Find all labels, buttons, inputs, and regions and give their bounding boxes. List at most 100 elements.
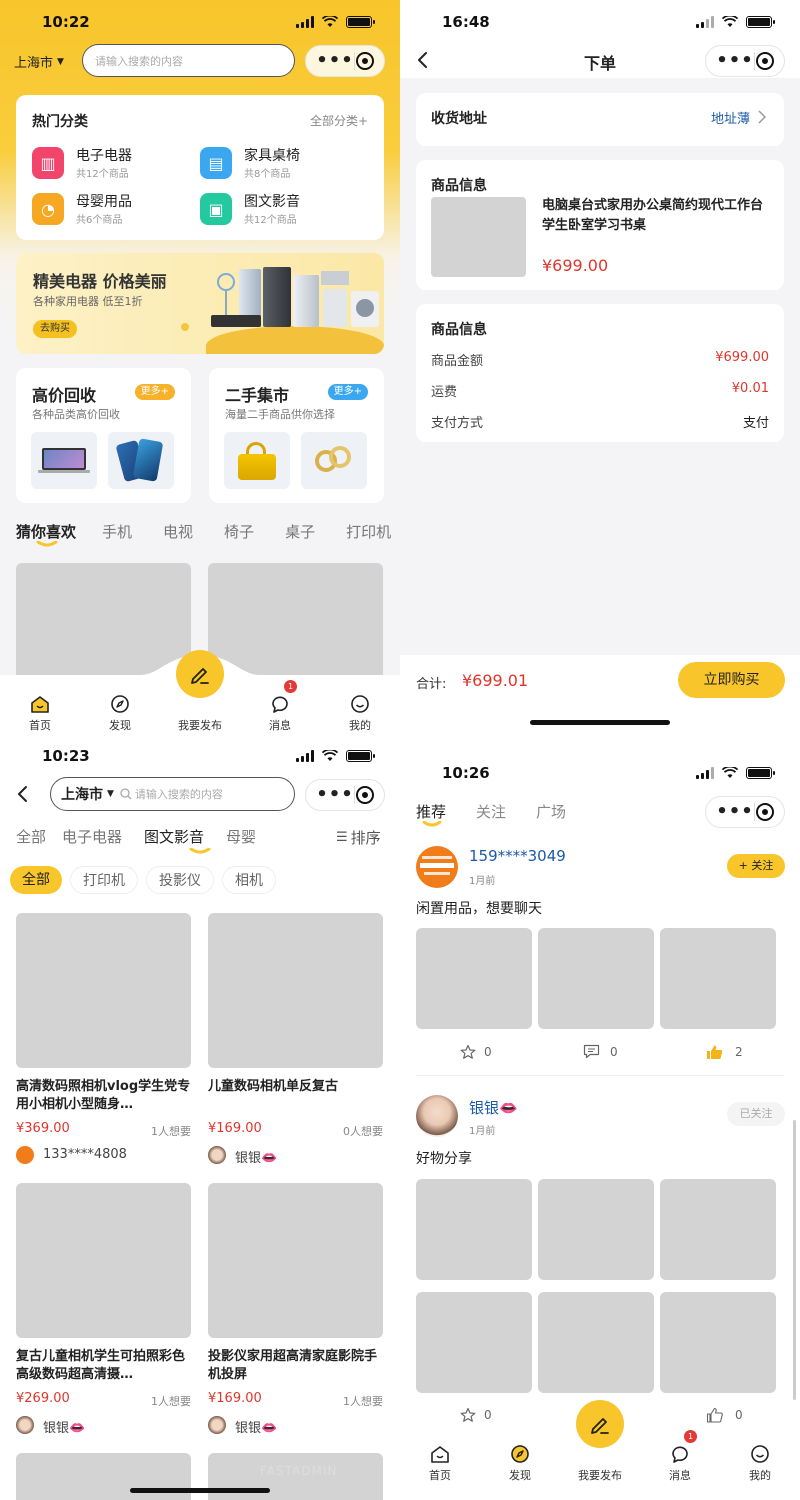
seller-name[interactable]: 银银👄 [235,1417,277,1436]
search-input[interactable]: 请输入搜索的内容 [82,44,295,77]
more-icon[interactable]: ••• [316,786,354,804]
product-title[interactable]: 儿童数码相机单反复古 [208,1078,383,1096]
search-input[interactable]: 请输入搜索的内容 [135,786,223,802]
avatar[interactable] [416,846,458,888]
smile-face-icon [751,1445,769,1463]
post-image[interactable] [538,1179,654,1280]
home-indicator [130,1488,270,1493]
star-action[interactable]: 0 [460,1044,492,1060]
address-book-link[interactable]: 地址薄 [711,108,750,127]
product-image[interactable] [16,1183,191,1338]
back-icon[interactable] [16,785,30,803]
search-placeholder: 请输入搜索的内容 [95,54,183,68]
category-tab[interactable]: 图文影音 [144,828,204,846]
tab-publish[interactable]: 我要发布 [160,675,240,750]
category-tab[interactable]: 电子电器 [62,828,122,846]
filter-chip[interactable]: 全部 [10,866,62,894]
status-time: 10:23 [42,750,90,765]
feed-tab[interactable]: 猜你喜欢 [16,521,76,542]
city-selector[interactable]: 上海市 ▼ [14,52,64,71]
tab-home[interactable]: 首页 [400,1425,480,1500]
avatar[interactable] [416,1095,458,1137]
scrollbar[interactable] [793,1120,796,1400]
product-title[interactable]: 复古儿童相机学生可拍照彩色高级数码超高清摄… [16,1348,191,1384]
tab-discover[interactable]: 发现 [480,1425,560,1500]
product-image[interactable] [208,913,383,1068]
follow-button[interactable]: + 关注 [727,854,785,878]
summary-row-label: 支付方式 [431,416,484,431]
category-item[interactable]: ▣ 图文影音 共12个商品 [200,191,350,226]
post-image[interactable] [416,928,532,1029]
seller-name[interactable]: 银银👄 [43,1417,85,1436]
feed-tab[interactable]: 桌子 [285,521,315,542]
like-action[interactable]: 2 [706,1044,743,1060]
feed-tab[interactable]: 椅子 [224,521,254,542]
filter-chip[interactable]: 投影仪 [146,866,214,894]
market-more-button[interactable]: 更多+ [327,384,368,400]
all-categories-link[interactable]: 全部分类+ [310,112,368,129]
post-image[interactable] [660,928,776,1029]
post-username[interactable]: 159****3049 [469,847,566,865]
product-image[interactable] [208,1183,383,1338]
buy-now-button[interactable]: 立即购买 [678,662,785,698]
discover-tab[interactable]: 推荐 [416,801,446,822]
feed-tab[interactable]: 手机 [102,521,132,542]
mini-program-capsule[interactable]: ••• [705,796,785,828]
close-target-icon[interactable] [355,52,374,70]
discover-tab[interactable]: 广场 [536,801,566,822]
tab-home[interactable]: 首页 [0,675,80,750]
sort-button[interactable]: ☰ 排序 [336,827,381,848]
tab-mine[interactable]: 我的 [720,1425,800,1500]
mini-program-capsule[interactable]: ••• [305,779,385,811]
post-username[interactable]: 银银👄 [469,1097,518,1118]
address-card[interactable]: 收货地址 地址薄 [416,93,784,146]
more-icon[interactable]: ••• [316,52,354,70]
category-tab[interactable]: 全部 [16,828,46,846]
category-item[interactable]: ◔ 母婴用品 共6个商品 [32,191,182,226]
category-tab[interactable]: 母婴 [226,828,256,846]
post-image[interactable] [416,1292,532,1393]
filter-chip[interactable]: 相机 [222,866,276,894]
recycle-card[interactable]: 高价回收 更多+ 各种品类高价回收 [16,368,191,503]
market-card[interactable]: 二手集市 更多+ 海量二手商品供你选择 [209,368,384,503]
feed-tab[interactable]: 打印机 [346,521,391,542]
seller-name[interactable]: 银银👄 [235,1147,277,1166]
filter-chip[interactable]: 打印机 [70,866,138,894]
category-item[interactable]: ▥ 电子电器 共12个商品 [32,145,182,180]
chevron-down-icon[interactable]: ▼ [107,789,114,799]
more-icon[interactable]: ••• [716,52,754,70]
tab-messages[interactable]: 1 消息 [240,675,320,750]
product-title[interactable]: 投影仪家用超高清家庭影院手机投屏 [208,1348,383,1384]
close-target-icon[interactable] [755,803,774,821]
post-image[interactable] [538,1292,654,1393]
feed-tab[interactable]: 电视 [163,521,193,542]
total-label: 合计: [416,677,447,692]
more-icon[interactable]: ••• [716,803,754,821]
mini-program-capsule[interactable]: ••• [705,45,785,77]
tab-publish[interactable]: 我要发布 [560,1425,640,1500]
comment-action[interactable]: 0 [583,1044,618,1059]
post-image[interactable] [416,1179,532,1280]
post-image[interactable] [660,1179,776,1280]
tab-messages[interactable]: 1 消息 [640,1425,720,1500]
promo-banner[interactable]: 精美电器 价格美丽 各种家用电器 低至1折 去购买 [16,253,384,354]
banner-buy-button[interactable]: 去购买 [33,320,77,338]
discover-tab[interactable]: 关注 [476,801,506,822]
product-title[interactable]: 高清数码照相机vlog学生党专用小相机小型随身… [16,1078,191,1114]
recycle-more-button[interactable]: 更多+ [134,384,175,400]
city-label[interactable]: 上海市 [61,784,103,804]
wifi-icon [722,16,738,27]
post-image[interactable] [538,928,654,1029]
category-item[interactable]: ▤ 家具桌椅 共8个商品 [200,145,350,180]
thumbs-up-icon [707,1045,723,1059]
post-image[interactable] [660,1292,776,1393]
post-time: 1月前 [469,876,496,887]
seller-name[interactable]: 133****4808 [43,1147,127,1162]
product-image[interactable] [16,913,191,1068]
followed-button[interactable]: 已关注 [727,1102,785,1126]
close-target-icon[interactable] [355,786,374,804]
close-target-icon[interactable] [755,52,774,70]
tab-mine[interactable]: 我的 [320,675,400,750]
tab-discover[interactable]: 发现 [80,675,160,750]
mini-program-capsule[interactable]: ••• [305,45,385,77]
